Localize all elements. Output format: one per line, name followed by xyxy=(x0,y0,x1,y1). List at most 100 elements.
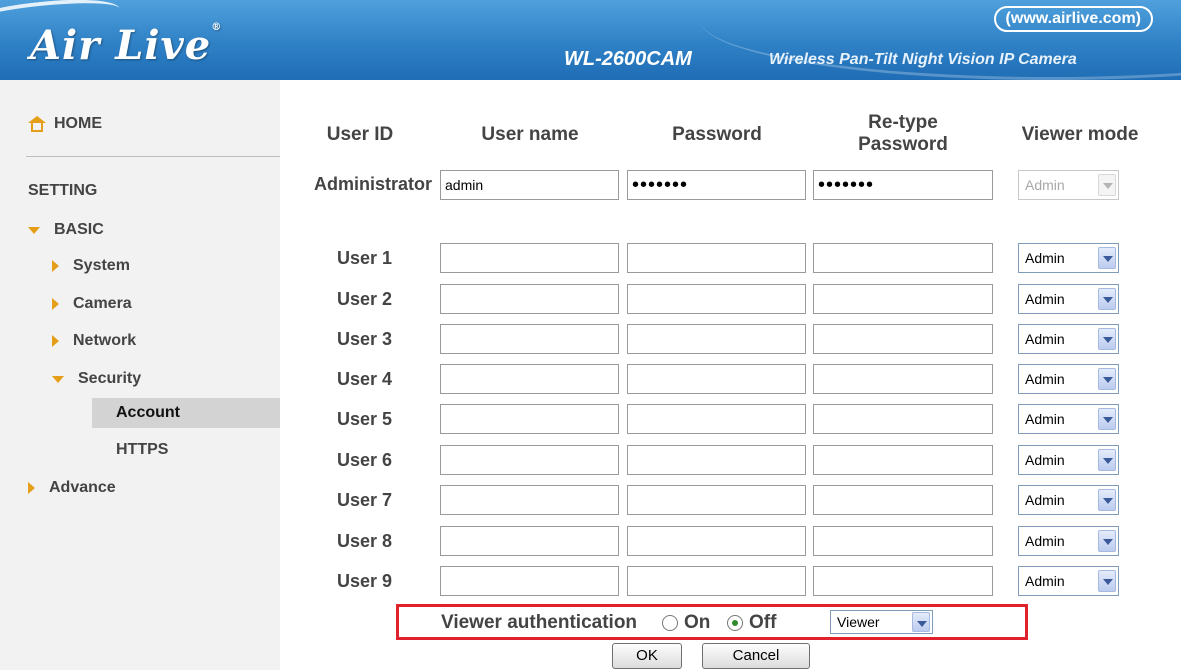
triangle-right-icon xyxy=(52,298,59,310)
user-4-retype-input[interactable] xyxy=(813,364,993,394)
sidebar-item-network[interactable]: Network xyxy=(52,332,136,350)
select-value: Viewer xyxy=(837,614,880,630)
user-1-viewer-mode-select[interactable]: Admin xyxy=(1018,243,1119,273)
user-2-retype-input[interactable] xyxy=(813,284,993,314)
sidebar-item-label: BASIC xyxy=(54,221,104,238)
user-6-viewer-mode-select[interactable]: Admin xyxy=(1018,445,1119,475)
retype-line-2: Password xyxy=(858,134,948,155)
chevron-down-icon xyxy=(1098,530,1116,552)
user-label: User 3 xyxy=(336,329,392,349)
airlive-logo: Air Live® xyxy=(30,22,222,69)
user-5-viewer-mode-select[interactable]: Admin xyxy=(1018,404,1119,434)
sidebar-item-home[interactable]: HOME xyxy=(28,115,102,133)
header-banner: Air Live® (www.airlive.com) WL-2600CAM W… xyxy=(0,0,1181,80)
user-7-name-input[interactable] xyxy=(440,485,619,515)
user-1-retype-input[interactable] xyxy=(813,243,993,273)
url-badge: (www.airlive.com) xyxy=(993,6,1153,32)
user-2-password-input[interactable] xyxy=(627,284,806,314)
user-label: User 2 xyxy=(336,289,392,309)
chevron-down-icon xyxy=(1098,449,1116,471)
user-3-retype-input[interactable] xyxy=(813,324,993,354)
select-value: Admin xyxy=(1025,331,1065,347)
product-tagline: Wireless Pan-Tilt Night Vision IP Camera xyxy=(769,51,1077,68)
user-label: User 8 xyxy=(336,531,392,551)
viewer-auth-off-radio[interactable] xyxy=(727,615,743,631)
user-2-name-input[interactable] xyxy=(440,284,619,314)
viewer-auth-label: Viewer authentication xyxy=(441,612,638,633)
sidebar-item-camera[interactable]: Camera xyxy=(52,295,132,313)
user-9-viewer-mode-select[interactable]: Admin xyxy=(1018,566,1119,596)
user-3-viewer-mode-select[interactable]: Admin xyxy=(1018,324,1119,354)
sidebar-item-security[interactable]: Security xyxy=(52,370,141,388)
cancel-button[interactable]: Cancel xyxy=(702,643,810,669)
user-4-name-input[interactable] xyxy=(440,364,619,394)
retype-line-1: Re-type xyxy=(868,112,938,133)
user-9-retype-input[interactable] xyxy=(813,566,993,596)
user-8-password-input[interactable] xyxy=(627,526,806,556)
user-6-retype-input[interactable] xyxy=(813,445,993,475)
sidebar-item-label: System xyxy=(73,257,130,274)
sidebar-item-https[interactable]: HTTPS xyxy=(116,441,168,459)
user-3-password-input[interactable] xyxy=(627,324,806,354)
select-value: Admin xyxy=(1025,177,1065,193)
chevron-down-icon xyxy=(1098,408,1116,430)
user-1-name-input[interactable] xyxy=(440,243,619,273)
user-9-name-input[interactable] xyxy=(440,566,619,596)
viewer-auth-on-label[interactable]: On xyxy=(684,612,710,634)
admin-password-input[interactable]: ••••••• xyxy=(627,170,806,200)
user-5-name-input[interactable] xyxy=(440,404,619,434)
admin-username-input[interactable] xyxy=(440,170,619,200)
chevron-down-icon xyxy=(1098,368,1116,390)
select-value: Admin xyxy=(1025,250,1065,266)
select-value: Admin xyxy=(1025,411,1065,427)
sidebar-item-advance[interactable]: Advance xyxy=(28,479,116,497)
sidebar-item-account[interactable]: Account xyxy=(92,398,280,428)
sidebar-section-setting: SETTING xyxy=(28,182,98,199)
admin-retype-password-input[interactable]: ••••••• xyxy=(813,170,993,200)
user-5-password-input[interactable] xyxy=(627,404,806,434)
logo-mark: ® xyxy=(211,22,223,33)
user-label: User 5 xyxy=(336,409,392,429)
sidebar-item-label: Advance xyxy=(49,479,116,496)
chevron-down-icon xyxy=(1098,328,1116,350)
triangle-down-icon xyxy=(52,375,64,383)
user-7-password-input[interactable] xyxy=(627,485,806,515)
user-label: User 4 xyxy=(336,369,392,389)
triangle-right-icon xyxy=(52,335,59,347)
user-6-name-input[interactable] xyxy=(440,445,619,475)
user-2-viewer-mode-select[interactable]: Admin xyxy=(1018,284,1119,314)
ok-button[interactable]: OK xyxy=(612,643,682,669)
user-8-viewer-mode-select[interactable]: Admin xyxy=(1018,526,1119,556)
sidebar-item-basic[interactable]: BASIC xyxy=(28,221,104,239)
user-label: User 6 xyxy=(336,450,392,470)
triangle-down-icon xyxy=(28,226,40,234)
sidebar-item-label: Security xyxy=(78,370,142,387)
viewer-auth-mode-select[interactable]: Viewer xyxy=(830,610,933,634)
user-7-viewer-mode-select[interactable]: Admin xyxy=(1018,485,1119,515)
chevron-down-icon xyxy=(1098,570,1116,592)
user-8-name-input[interactable] xyxy=(440,526,619,556)
column-header-password: Password xyxy=(672,124,762,145)
user-4-password-input[interactable] xyxy=(627,364,806,394)
column-header-user-id: User ID xyxy=(326,124,394,145)
chevron-down-icon xyxy=(1098,288,1116,310)
select-value: Admin xyxy=(1025,291,1065,307)
user-5-retype-input[interactable] xyxy=(813,404,993,434)
user-1-password-input[interactable] xyxy=(627,243,806,273)
user-9-password-input[interactable] xyxy=(627,566,806,596)
user-4-viewer-mode-select[interactable]: Admin xyxy=(1018,364,1119,394)
sidebar-item-system[interactable]: System xyxy=(52,257,130,275)
model-name: WL-2600CAM xyxy=(564,48,692,70)
viewer-auth-on-radio[interactable] xyxy=(662,615,678,631)
chevron-down-icon xyxy=(1098,174,1116,196)
user-3-name-input[interactable] xyxy=(440,324,619,354)
user-7-retype-input[interactable] xyxy=(813,485,993,515)
sidebar-item-label: Network xyxy=(73,332,137,349)
user-6-password-input[interactable] xyxy=(627,445,806,475)
user-8-retype-input[interactable] xyxy=(813,526,993,556)
sidebar-item-label: Camera xyxy=(73,295,132,312)
select-value: Admin xyxy=(1025,533,1065,549)
logo-text: Air Live xyxy=(30,22,212,69)
viewer-auth-off-label[interactable]: Off xyxy=(749,612,776,634)
user-label: User 1 xyxy=(336,248,392,268)
